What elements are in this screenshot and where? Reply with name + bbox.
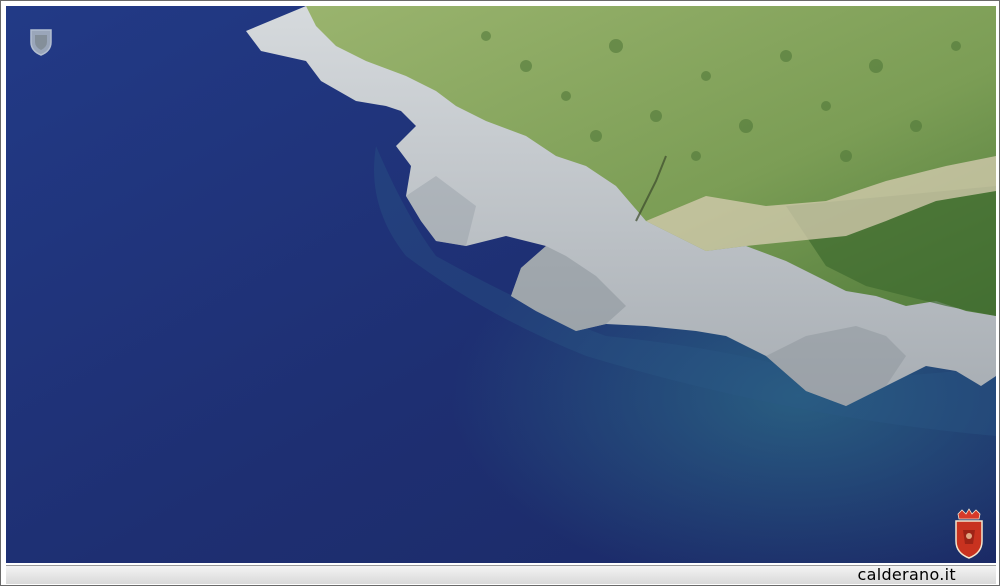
crest-icon — [30, 29, 52, 56]
site-watermark: calderano.it — [857, 565, 956, 584]
coat-of-arms-icon — [955, 508, 983, 559]
caption-bar: calderano.it — [6, 565, 996, 584]
photo-frame: calderano.it — [0, 0, 1000, 586]
coastline-scene — [6, 6, 996, 563]
aerial-photo — [6, 6, 996, 563]
